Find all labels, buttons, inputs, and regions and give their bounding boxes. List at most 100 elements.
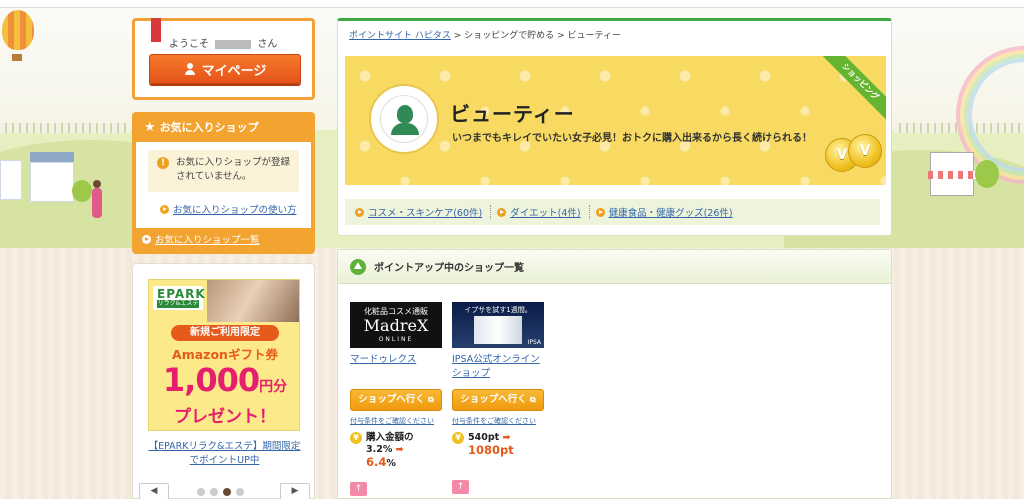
house-roof-illustration [30, 152, 74, 162]
favorite-shops-howto-link[interactable]: お気に入りショップの使い方 [160, 202, 297, 216]
welcome-text: ようこそ さん [169, 35, 277, 50]
star-icon: ★ [144, 119, 156, 135]
subcategory-label: ダイエット(4件) [510, 208, 581, 219]
welcome-suffix: さん [257, 39, 278, 50]
house-illustration [30, 162, 74, 202]
subcategory-label: コスメ・スキンケア(60件) [368, 208, 483, 219]
breadcrumb: ポイントサイト ハピタス > ショッピングで貯める > ビューティー [349, 28, 621, 41]
username-redacted [215, 39, 252, 49]
tree-illustration [72, 180, 92, 202]
circle-arrow-icon [142, 234, 151, 244]
circle-arrow-icon [355, 207, 364, 217]
pointup-shops-title: ポイントアップ中のショップ一覧 [374, 263, 524, 274]
pointup-shops-panel: ポイントアップ中のショップ一覧 化粧品コスメ通販 MadreX ONLINE マ… [337, 249, 892, 499]
circle-arrow-icon [595, 207, 605, 217]
yen-coin-icon: ¥ [452, 432, 464, 444]
banner-limited-badge: 新規ご利用限定 [171, 325, 279, 341]
up-arrow-icon [350, 258, 366, 275]
woman-silhouette-icon [380, 95, 428, 143]
category-hero: ビューティー いつまでもキレイでいたい女子必見！おトクに購入出来るから長く続けら… [345, 56, 886, 185]
house-illustration [0, 160, 22, 200]
epark-logo: EPARK リラク&エステ [153, 286, 206, 310]
welcome-box: ようこそ さん マイページ [132, 18, 315, 100]
epark-logo-text: EPARK [157, 287, 206, 301]
mypage-button[interactable]: マイページ [149, 54, 301, 84]
favorite-shops-notice: ! お気に入りショップが登録されていません。 [148, 150, 299, 192]
pink-up-badge-icon: ↑ [452, 480, 469, 494]
banner-caption-link[interactable]: 【EPARKリラク&エステ】期間限定でポイントUP中 [147, 440, 302, 468]
favorite-shops-list-label: お気に入りショップ一覧 [155, 235, 260, 246]
epark-logo-subtext: リラク&エステ [157, 300, 199, 308]
madrex-logo-bottom: ONLINE [378, 336, 414, 343]
go-to-shop-label: ショップへ行く [460, 394, 527, 405]
go-to-shop-button[interactable]: ショップへ行く ⧉ [452, 389, 544, 411]
promo-banner-panel: EPARK リラク&エステ 新規ご利用限定 Amazonギフト券 1,000円分… [132, 263, 315, 499]
shop-reward: ¥ 購入金額の 3.2% ➡ 6.4% [350, 432, 445, 470]
conditions-link[interactable]: 付与条件をご確認ください [452, 416, 547, 426]
spa-photo [207, 280, 299, 322]
pink-up-badge-icon: ↑ [350, 482, 367, 496]
shop-name-link[interactable]: マードゥレクス [350, 353, 445, 383]
carousel-dots [197, 488, 244, 496]
circle-arrow-icon [160, 204, 169, 214]
ipsa-logo-top: イプサを試す1週間。 [464, 306, 532, 314]
ipsa-logo[interactable]: イプサを試す1週間。 IPSA [452, 302, 544, 348]
reward-old-rate: 3.2% [366, 444, 393, 455]
favorite-shops-title: お気に入りショップ [159, 121, 259, 134]
carousel-dot[interactable] [197, 488, 205, 496]
ipsa-logo-mark: IPSA [527, 339, 541, 346]
breadcrumb-current: ビューティー [567, 31, 621, 41]
shop-illustration [928, 152, 976, 196]
carousel-prev-button[interactable]: ◀ [139, 483, 169, 499]
conditions-link[interactable]: 付与条件をご確認ください [350, 416, 445, 426]
favorite-shops-list-link[interactable]: お気に入りショップ一覧 [142, 232, 260, 246]
carousel-next-button[interactable]: ▶ [280, 483, 310, 499]
right-arrow-icon: ➡ [502, 432, 511, 443]
banner-amount: 1,000円分 [149, 361, 299, 399]
favorite-shops-panel: ★ お気に入りショップ ! お気に入りショップが登録されていません。 お気に入り… [132, 112, 315, 254]
divider [588, 205, 590, 219]
user-icon [184, 63, 196, 75]
favorite-shops-body: ! お気に入りショップが登録されていません。 お気に入りショップの使い方 [136, 142, 311, 228]
category-panel: ポイントサイト ハピタス > ショッピングで貯める > ビューティー ビューティ… [337, 18, 892, 236]
shop-name-link[interactable]: IPSA公式オンラインショップ [452, 353, 547, 383]
madrex-logo[interactable]: 化粧品コスメ通販 MadreX ONLINE [350, 302, 442, 348]
yen-coin-icon: ¥ [350, 432, 362, 444]
reward-new-rate: 6.4 [366, 455, 387, 469]
pointup-shops-header: ポイントアップ中のショップ一覧 [338, 250, 891, 284]
favorite-shops-notice-text: お気に入りショップが登録されていません。 [176, 157, 291, 182]
tree-illustration [975, 160, 999, 188]
carousel-dot-active[interactable] [223, 488, 231, 496]
category-subtitle: いつまでもキレイでいたい女子必見！おトクに購入出来るから長く続けられる！ [452, 133, 812, 144]
ipsa-product-image [474, 316, 522, 344]
subcategory-link-cosmetics[interactable]: コスメ・スキンケア(60件) [355, 205, 490, 219]
carousel-dot[interactable] [210, 488, 218, 496]
banner-amount-unit: 円分 [259, 379, 288, 395]
circle-arrow-icon [497, 207, 507, 217]
epark-promo-banner[interactable]: EPARK リラク&エステ 新規ご利用限定 Amazonギフト券 1,000円分… [148, 279, 300, 431]
breadcrumb-home-link[interactable]: ポイントサイト ハピタス [349, 31, 451, 41]
carousel-dot[interactable] [236, 488, 244, 496]
person-illustration-head [93, 180, 101, 188]
go-to-shop-button[interactable]: ショップへ行く ⧉ [350, 389, 442, 411]
category-emblem [369, 84, 439, 154]
breadcrumb-shopping: ショッピングで貯める [464, 31, 555, 41]
breadcrumb-separator: > [557, 31, 565, 41]
balloon-basket-illustration [12, 54, 22, 61]
breadcrumb-separator: > [453, 31, 462, 41]
mypage-button-label: マイページ [201, 63, 267, 79]
go-to-shop-label: ショップへ行く [358, 394, 425, 405]
background-fence-left [0, 123, 130, 133]
banner-present-text: プレゼント！ [174, 407, 276, 427]
subcategory-link-diet[interactable]: ダイエット(4件) [497, 205, 588, 219]
subcategory-link-health[interactable]: 健康食品・健康グッズ(26件) [595, 205, 741, 219]
bookmark-ribbon-icon [151, 18, 161, 42]
favorite-shops-howto-label: お気に入りショップの使い方 [173, 205, 297, 216]
info-icon: ! [157, 157, 169, 169]
banner-amount-value: 1,000 [162, 361, 260, 399]
subcategory-bar: コスメ・スキンケア(60件) ダイエット(4件) 健康食品・健康グッズ(26件) [345, 199, 880, 225]
browser-top-strip [0, 0, 1024, 8]
reward-label: 購入金額の [366, 432, 414, 443]
shop-reward: ¥ 540pt ➡ 1080pt [452, 432, 547, 456]
shop-card: 化粧品コスメ通販 MadreX ONLINE マードゥレクス ショップへ行く ⧉… [350, 302, 445, 496]
